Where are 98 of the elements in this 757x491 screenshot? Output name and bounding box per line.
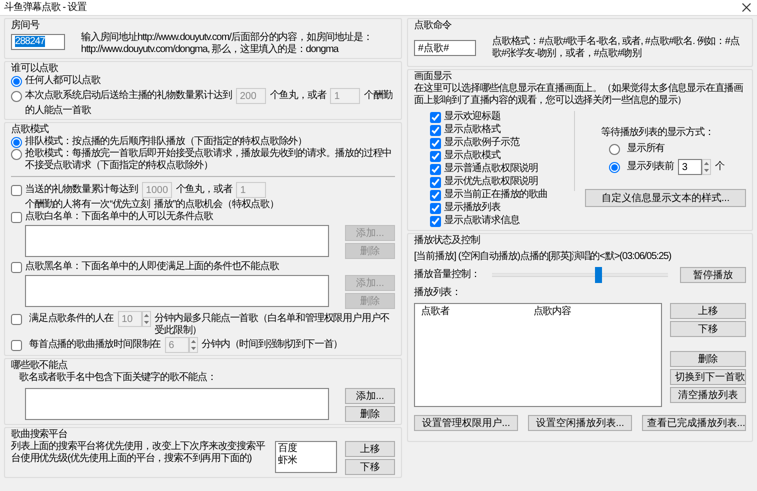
- option-label: 个酬勤的人将有一次“优先立刻: [25, 199, 150, 210]
- checkbox[interactable]: [11, 212, 22, 223]
- option-label: 当送的礼物数量累计每达到: [25, 184, 138, 196]
- pause-button[interactable]: 暂停播放: [680, 267, 746, 283]
- option-label: 个鱼丸，或者: [176, 184, 232, 196]
- option-label: 显示当前正在播放的歌曲: [444, 189, 548, 201]
- list-box[interactable]: [25, 388, 329, 420]
- checkbox[interactable]: [430, 216, 441, 227]
- group-title: 哪些歌不能点: [11, 360, 68, 372]
- next-song-button[interactable]: 切换到下一首歌: [670, 369, 746, 385]
- option-label: 显示点歌请求信息: [444, 215, 520, 227]
- option-label: 显示点歌格式: [444, 124, 500, 136]
- style-button[interactable]: 自定义信息显示文本的样式...: [585, 189, 746, 207]
- checkbox[interactable]: [430, 125, 441, 136]
- add-button[interactable]: 添加...: [345, 388, 395, 404]
- group-title: 歌曲搜索平台: [11, 429, 68, 440]
- settings-button[interactable]: 查看已完成播放列表...: [642, 415, 746, 431]
- delete-button[interactable]: 删除: [670, 351, 746, 367]
- radio-button[interactable]: [11, 76, 22, 87]
- option-label: 显示点歌模式: [444, 150, 500, 162]
- hint-text: 输入房间地址http://www.douyutv.com/后面部分的内容，如房间地址是：http://www.douyutv.com/dongma, 那么，这里填入的是：dongma: [81, 32, 374, 56]
- delete-button[interactable]: 删除: [345, 406, 395, 422]
- description-text: 列表上面的搜索平台将优先使用，改变上下次序来改变搜索平台使用优先级(优先使用上面的平台，搜索不到再用下面的): [11, 441, 266, 465]
- close-icon[interactable]: [742, 3, 751, 12]
- option-label: 点歌白名单：下面名单中的人可以无条件点歌: [25, 211, 214, 223]
- option-label: 满足点歌条件的人在: [29, 313, 114, 325]
- option-label: 显示点歌例子示范: [444, 137, 520, 149]
- radio-button[interactable]: [11, 137, 22, 148]
- checkbox[interactable]: [430, 177, 441, 188]
- group-title: 点歌模式: [11, 124, 50, 136]
- move-down-button[interactable]: 下移: [345, 459, 395, 475]
- radio-button[interactable]: [11, 91, 22, 102]
- option-label: 分钟内（时间到强制切到下一首）: [202, 339, 344, 351]
- option-label: 显示所有: [627, 143, 665, 155]
- unit-label: 个: [715, 161, 724, 173]
- description-text: 在这里可以选择哪些信息显示在直播画面上。（如果觉得太多信息显示在直播画面上影响到了直播内容的观看，您可以选择关闭一些信息的显示）: [414, 83, 744, 107]
- radio-button[interactable]: [609, 162, 620, 173]
- group-title: 播放状态及控制: [414, 235, 481, 247]
- option-label: 个酬勤: [364, 90, 392, 102]
- group-title: 房间号: [11, 20, 40, 32]
- checkbox[interactable]: [430, 203, 441, 214]
- option-label: 显示普通点歌权限说明: [444, 163, 538, 175]
- column-header: 点歌者: [421, 306, 450, 318]
- slider-thumb[interactable]: [594, 267, 602, 283]
- checkbox[interactable]: [11, 185, 22, 196]
- option-label: 点歌黑名单：下面名单中的人即使满足上面的条件也不能点歌: [25, 261, 279, 273]
- move-down-button[interactable]: 下移: [670, 321, 746, 337]
- option-label: 个鱼丸，或者: [270, 90, 326, 102]
- settings-button[interactable]: 设置空闲播放列表...: [528, 415, 632, 431]
- group-title: 谁可以点歌: [11, 63, 60, 74]
- field-label: 歌名或者歌手名中包含下面关键字的歌不能点：: [18, 372, 218, 384]
- checkbox[interactable]: [430, 151, 441, 162]
- room-field[interactable]: 288247: [11, 34, 65, 50]
- now-playing-text: [当前播放] (空闲自动播放)点播的[那英]演唱的<默>(03:06/05:25): [414, 251, 672, 263]
- option-label: 每首点播的歌曲播放时间限制在: [29, 339, 161, 351]
- window-title: 斗鱼弹幕点歌 - 设置: [4, 2, 86, 14]
- move-up-button[interactable]: 上移: [345, 441, 395, 457]
- option-label: 显示欢迎标题: [444, 111, 500, 123]
- checkbox[interactable]: [11, 262, 22, 273]
- column-header: 点歌内容: [533, 306, 572, 318]
- checkbox[interactable]: [430, 164, 441, 175]
- field-label: 播放列表：: [414, 287, 462, 299]
- settings-button[interactable]: 设置管理权限用户...: [414, 415, 518, 431]
- move-up-button[interactable]: 上移: [670, 303, 746, 319]
- option-label: 的人能点一首歌: [25, 105, 91, 117]
- option-label: 抢歌模式：每播放完一首歌后即开始接受点歌请求，播放最先收到的请求。播放的过程中不接受点歌请求（下面指定的特权点歌除外）: [25, 148, 393, 172]
- group-title: 点歌命令: [414, 20, 453, 32]
- checkbox[interactable]: [11, 314, 22, 325]
- radio-button[interactable]: [609, 144, 620, 155]
- list-item[interactable]: 百度: [278, 443, 334, 455]
- option-label: 播放”的点歌机会（特权点歌）: [154, 199, 279, 210]
- option-label: 本次点歌系统启动后送给主播的礼物数量累计达到: [25, 90, 232, 102]
- option-label: 显示播放列表: [444, 202, 500, 214]
- playlist-table[interactable]: 点歌者 点歌内容: [414, 303, 662, 407]
- checkbox[interactable]: [430, 112, 441, 123]
- list-box[interactable]: [25, 225, 329, 257]
- list-item[interactable]: 虾米: [278, 455, 334, 467]
- radio-button[interactable]: [11, 149, 22, 160]
- option-label: 排队模式：按点播的先后顺序排队播放（下面指定的特权点歌除外）: [25, 136, 308, 148]
- option-label: 显示列表前: [627, 161, 674, 173]
- list-box[interactable]: 百度 虾米: [275, 441, 337, 473]
- option-label: 任何人都可以点歌: [25, 75, 100, 87]
- group-title: 画面显示: [414, 71, 453, 82]
- checkbox[interactable]: [430, 190, 441, 201]
- spin-buttons[interactable]: [188, 337, 198, 353]
- checkbox[interactable]: [430, 138, 441, 149]
- option-label: 显示优先点歌权限说明: [444, 176, 538, 188]
- command-field[interactable]: #点歌#: [414, 40, 476, 56]
- number-field[interactable]: 3: [678, 159, 702, 175]
- volume-label: 播放音量控制：: [414, 269, 480, 281]
- clear-playlist-button[interactable]: 清空播放列表: [670, 387, 746, 403]
- spin-buttons[interactable]: [142, 311, 151, 327]
- spin-buttons[interactable]: [702, 159, 712, 175]
- list-box[interactable]: [25, 275, 329, 307]
- checkbox[interactable]: [11, 340, 22, 351]
- hint-text: 点歌格式：#点歌#歌手名-歌名, 或者, #点歌#歌名. 例如：#点歌#张学友-吻别，或者，#点歌#吻别: [492, 36, 740, 60]
- option-label: 分钟内最多只能点一首歌（白名单和管理权限用户用户不受此限制）: [154, 313, 391, 337]
- field-label: 等待播放列表的显示方式：: [600, 127, 715, 139]
